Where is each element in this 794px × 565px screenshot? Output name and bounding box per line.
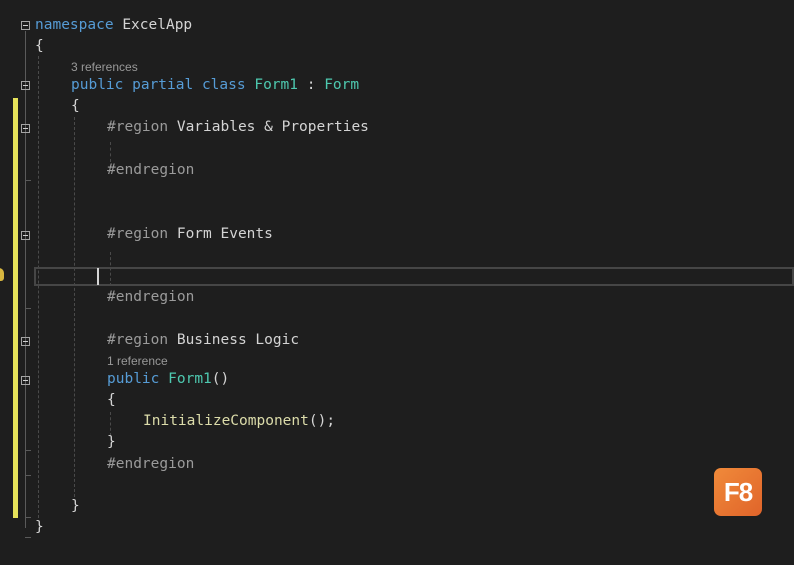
code-line[interactable]: } (0, 496, 80, 517)
keyword: namespace (35, 17, 114, 33)
code-line[interactable]: public Form1() (0, 369, 229, 390)
current-line-highlight (34, 267, 794, 286)
region-directive: #region (107, 119, 169, 135)
keyword: public (107, 371, 160, 387)
base-class-name: Form (324, 77, 360, 93)
region-name: Variables & Properties (176, 119, 369, 135)
call-tail: (); (308, 413, 336, 429)
code-line[interactable]: { (0, 96, 80, 117)
brace: } (71, 498, 80, 514)
colon: : (298, 77, 325, 93)
code-line[interactable]: { (0, 36, 44, 57)
code-line[interactable]: public partial class Form1 : Form (0, 75, 359, 96)
constructor-name: Form1 (168, 371, 212, 387)
code-line[interactable]: { (0, 390, 116, 411)
code-line[interactable]: #region Form Events (0, 224, 273, 245)
namespace-name: ExcelApp (122, 17, 193, 33)
code-line[interactable]: #region Variables & Properties (0, 117, 369, 138)
endregion-directive: #endregion (107, 162, 195, 178)
codelens-references[interactable]: 1 reference (107, 353, 168, 369)
brace: } (107, 434, 116, 450)
brace: } (35, 519, 44, 535)
codelens-references[interactable]: 3 references (71, 59, 138, 75)
indent-guide (74, 117, 75, 497)
endregion-directive: #endregion (107, 456, 195, 472)
code-line[interactable]: #endregion (0, 160, 194, 181)
brace: { (35, 38, 44, 54)
code-line[interactable]: } (0, 517, 44, 538)
region-directive: #region (107, 226, 169, 242)
f8-key-badge: F8 (714, 468, 762, 516)
code-line[interactable]: #endregion (0, 287, 194, 308)
code-line[interactable]: #endregion (0, 454, 194, 475)
brace: { (107, 392, 116, 408)
code-line[interactable]: InitializeComponent(); (0, 411, 335, 432)
code-line[interactable]: namespace ExcelApp (0, 15, 192, 36)
text-caret (97, 268, 99, 285)
endregion-directive: #endregion (107, 289, 195, 305)
region-name: Form Events (176, 226, 273, 242)
class-name: Form1 (254, 77, 298, 93)
code-line[interactable]: #region Business Logic (0, 330, 299, 351)
region-name: Business Logic (176, 332, 300, 348)
indent-guide (38, 56, 39, 518)
keyword: public partial class (71, 77, 246, 93)
method-call: InitializeComponent (143, 413, 309, 429)
indent-guide (110, 142, 111, 162)
code-line[interactable]: } (0, 432, 116, 453)
parens: () (211, 371, 230, 387)
code-editor[interactable]: namespace ExcelApp { 3 references public… (0, 0, 794, 548)
brace: { (71, 98, 80, 114)
region-directive: #region (107, 332, 169, 348)
